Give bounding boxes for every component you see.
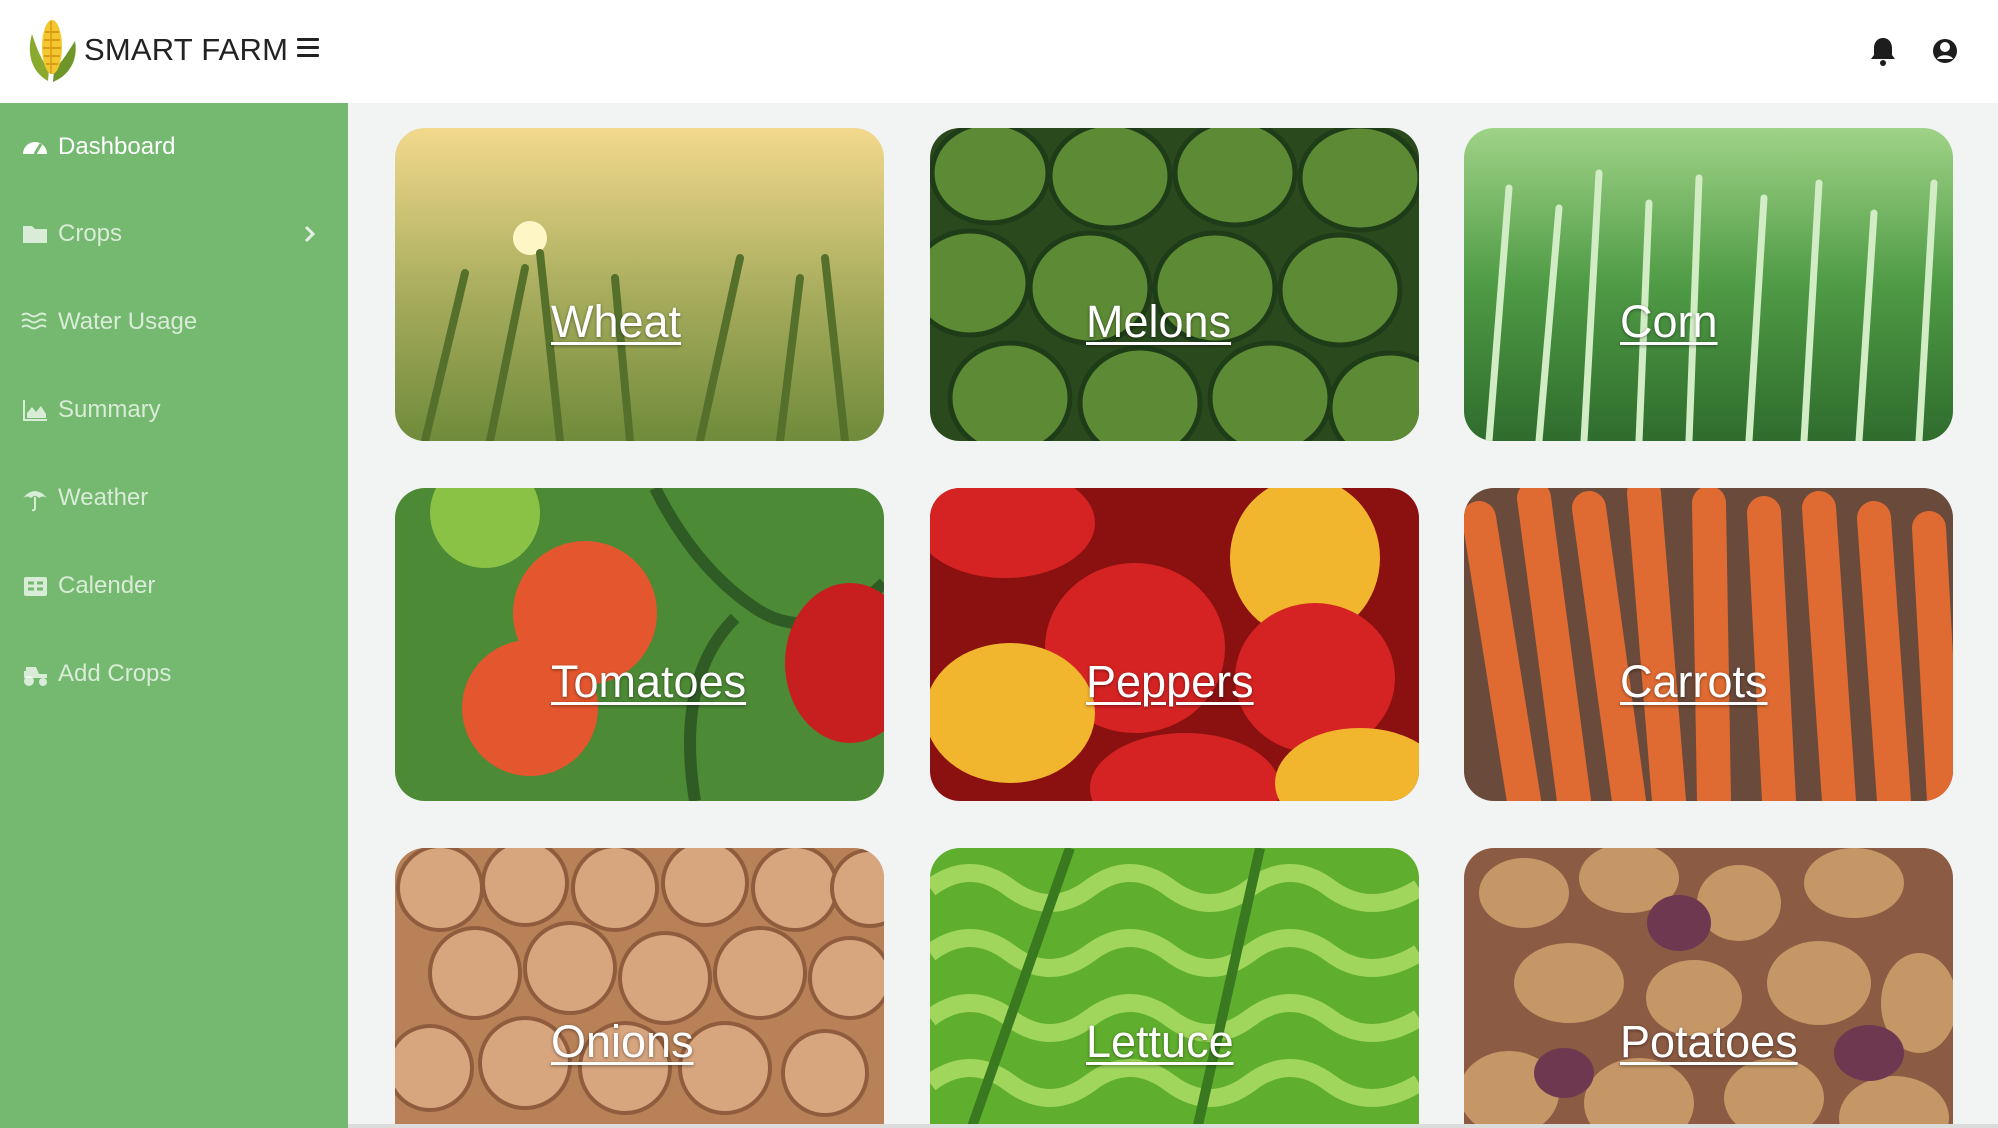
crop-name[interactable]: Wheat xyxy=(551,296,681,348)
sidebar-item-add-crops[interactable]: Add Crops xyxy=(0,644,348,704)
crop-card-peppers[interactable]: Peppers xyxy=(930,488,1419,801)
crop-image xyxy=(1464,128,1953,441)
crop-name[interactable]: Melons xyxy=(1086,296,1231,348)
crop-name[interactable]: Potatoes xyxy=(1620,1016,1798,1068)
crop-image xyxy=(1464,848,1953,1128)
crop-name[interactable]: Peppers xyxy=(1086,656,1254,708)
bell-icon[interactable] xyxy=(1868,34,1898,68)
table-icon xyxy=(24,577,47,596)
crop-card-melons[interactable]: Melons xyxy=(930,128,1419,441)
crop-image xyxy=(1464,488,1953,801)
chevron-right-icon xyxy=(304,225,316,243)
crop-card-lettuce[interactable]: Lettuce xyxy=(930,848,1419,1128)
sidebar-item-label: Dashboard xyxy=(58,133,176,160)
crop-card-tomatoes[interactable]: Tomatoes xyxy=(395,488,884,801)
crop-name[interactable]: Corn xyxy=(1620,296,1718,348)
sidebar-item-summary[interactable]: Summary xyxy=(0,380,348,440)
speedometer-icon xyxy=(23,142,47,155)
crop-image xyxy=(395,848,884,1128)
folder-icon xyxy=(23,226,47,243)
sidebar-item-label: Calender xyxy=(58,572,156,599)
sidebar-item-label: Add Crops xyxy=(58,660,172,687)
user-circle-icon[interactable] xyxy=(1930,34,1960,68)
water-icon xyxy=(21,312,47,330)
crop-image xyxy=(930,488,1419,801)
crop-name[interactable]: Onions xyxy=(551,1016,694,1068)
tractor-icon xyxy=(24,667,47,686)
sidebar-item-crops[interactable]: Crops xyxy=(0,204,348,264)
crop-name[interactable]: Tomatoes xyxy=(551,656,746,708)
crop-image xyxy=(395,128,884,441)
sidebar-item-label: Summary xyxy=(58,396,161,423)
sidebar-item-weather[interactable]: Weather xyxy=(0,468,348,528)
sidebar-item-label: Crops xyxy=(58,220,123,247)
corn-logo-icon[interactable] xyxy=(20,16,82,86)
crop-name[interactable]: Lettuce xyxy=(1086,1016,1234,1068)
hamburger-icon[interactable] xyxy=(297,38,319,64)
sidebar-item-calender[interactable]: Calender xyxy=(0,556,348,616)
crop-image xyxy=(930,128,1419,441)
scroll-edge xyxy=(348,1124,1998,1128)
crop-image xyxy=(395,488,884,801)
crop-card-onions[interactable]: Onions xyxy=(395,848,884,1128)
umbrella-icon xyxy=(23,491,47,512)
crop-card-wheat[interactable]: Wheat xyxy=(395,128,884,441)
sidebar-item-label: Weather xyxy=(58,484,149,511)
crop-image xyxy=(930,848,1419,1128)
sidebar: Dashboard Crops Water Usage Summary Weat… xyxy=(0,103,348,1128)
crop-card-potatoes[interactable]: Potatoes xyxy=(1464,848,1953,1128)
crop-name[interactable]: Carrots xyxy=(1620,656,1768,708)
crop-card-corn[interactable]: Corn xyxy=(1464,128,1953,441)
sidebar-item-label: Water Usage xyxy=(58,308,198,335)
area-chart-icon xyxy=(23,400,47,421)
sidebar-item-dashboard[interactable]: Dashboard xyxy=(0,117,348,177)
sidebar-item-water-usage[interactable]: Water Usage xyxy=(0,292,348,352)
top-navbar: SMART FARM xyxy=(0,0,1998,103)
app-title[interactable]: SMART FARM xyxy=(84,32,288,68)
crop-card-carrots[interactable]: Carrots xyxy=(1464,488,1953,801)
